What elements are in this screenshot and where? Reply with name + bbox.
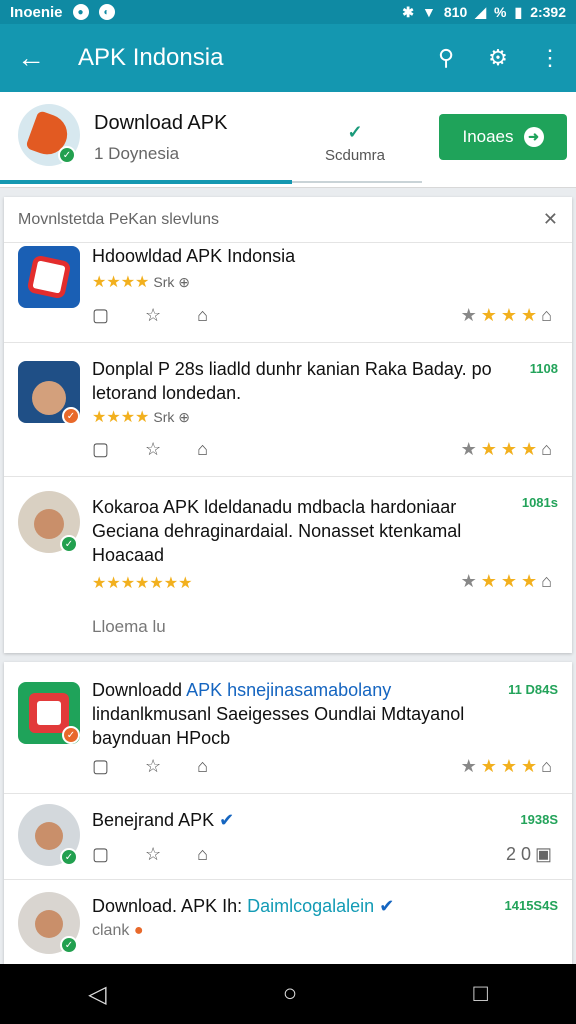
comment-icon[interactable]: ▢	[92, 439, 109, 460]
wifi-icon: ▼	[422, 4, 436, 20]
verified-badge-icon: ✔	[219, 810, 235, 830]
item-title: Hdoowldad APK Indonsia	[92, 246, 296, 266]
star-rating: ★★★★ Srk ⊕	[92, 409, 190, 426]
item-date: 1938S	[520, 812, 558, 827]
clock: 2:392	[530, 4, 566, 20]
verified-badge-icon: ✔	[379, 896, 395, 916]
carrier-label: Inoenie	[10, 3, 63, 21]
counter-text: 2 0	[505, 844, 531, 864]
share-icon[interactable]: ⌂	[197, 305, 208, 326]
install-button[interactable]: Inoaes ➜	[439, 114, 567, 160]
rating-stars: ★ ★ ★ ★ ⌂	[460, 305, 552, 326]
downloads-card: ✓ Downloadd APK hsnejinasamabolany linda…	[4, 662, 572, 964]
bookmark-icon[interactable]: ▣	[535, 844, 552, 865]
star-icon[interactable]: ☆	[145, 305, 161, 326]
item-date: 1081s	[521, 495, 558, 510]
signal-icon: ◢	[475, 3, 487, 20]
item-actions: ▢ ☆ ⌂	[92, 439, 208, 460]
card-header: Movnlstetda PеKan slevluns ✕	[4, 197, 572, 243]
star-rating: ★★★★ Srk ⊕	[92, 274, 190, 291]
star-rating: ★★★★★★★	[92, 575, 193, 592]
list-item[interactable]: ✓ Kokaroa APK ldeldanadu mdbacla hardoni…	[4, 477, 572, 653]
item-date: 11 D84S	[508, 682, 558, 697]
gear-icon[interactable]: ⚙	[472, 24, 524, 92]
app-bar: ← APK Indonsia ⚲ ⚙ ⋮	[0, 24, 576, 92]
list-item[interactable]: ✓ Downloadd APK hsnejinasamabolany linda…	[4, 662, 572, 794]
back-arrow-icon[interactable]: ←	[0, 24, 62, 92]
sync-icon: ◐	[98, 4, 115, 20]
item-actions: ▢ ☆ ⌂	[92, 756, 208, 777]
arrow-right-icon: ➜	[523, 127, 544, 147]
notification-icon: ●	[72, 4, 89, 20]
page-title: APK Indonsia	[78, 44, 224, 71]
app-header-card: ✓ Download APK 1 Doynesia ✓ Sсdumra Inoa…	[0, 92, 576, 188]
close-icon[interactable]: ✕	[543, 209, 558, 230]
comment-icon[interactable]: ▢	[92, 756, 109, 777]
home-circle-icon[interactable]: ○	[283, 980, 298, 1008]
app-title: Download APK	[94, 112, 228, 134]
badge-icon: ●	[133, 922, 144, 939]
status-label: Sсdumra	[324, 147, 386, 164]
item-actions: ▢ ☆ ⌂	[92, 305, 208, 326]
active-tab-indicator	[0, 180, 292, 184]
item-subtitle: clank ●	[92, 922, 144, 939]
rating-stars: ★ ★ ★ ★ ⌂	[460, 756, 552, 777]
app-subtitle: 1 Doynesia	[94, 144, 180, 163]
share-icon[interactable]: ⌂	[197, 439, 208, 460]
system-nav-bar: ◁ ○ □	[0, 964, 576, 1024]
share-icon[interactable]: ⌂	[197, 756, 208, 777]
app-logo: ✓	[18, 104, 80, 166]
verified-check-icon: ✓	[60, 535, 78, 553]
bluetooth-icon: ✱	[402, 3, 415, 20]
star-icon[interactable]: ☆	[145, 844, 161, 865]
star-icon[interactable]: ☆	[145, 756, 161, 777]
bookmark-icon[interactable]: ⌂	[541, 756, 552, 777]
rating-stars: ★ ★ ★ ★ ⌂	[460, 439, 552, 460]
more-vert-icon[interactable]: ⋮	[524, 24, 576, 92]
list-item[interactable]: ✓ Benejrand APK ✔ 1938S ▢ ☆ ⌂ 2 0 ▣	[4, 794, 572, 880]
verified-check-icon: ✓	[60, 936, 78, 954]
check-icon: ✓	[347, 122, 363, 142]
list-item[interactable]: ✓ Donplal P 28s liadld dunhr kanian Raka…	[4, 343, 572, 477]
comment-icon[interactable]: ▢	[92, 305, 109, 326]
item-actions: ▢ ☆ ⌂	[92, 844, 208, 865]
battery-icon: ▮	[514, 3, 523, 20]
signal-text: 810	[443, 4, 468, 20]
verified-check-icon: ✓	[60, 848, 78, 866]
app-thumbnail	[18, 246, 80, 308]
status-indicator[interactable]: ✓ Sсdumra	[318, 122, 392, 164]
list-item[interactable]: Hdoowldad APK Indonsia ★★★★ Srk ⊕ ▢ ☆ ⌂ ★…	[4, 243, 572, 343]
item-title: Download. APK Ih: Daimlcogalalein ✔	[92, 896, 395, 916]
bookmark-icon[interactable]: ⌂	[541, 305, 552, 326]
list-item[interactable]: ✓ Download. APK Ih: Daimlcogalalein ✔ 14…	[4, 880, 572, 964]
star-icon[interactable]: ☆	[145, 439, 161, 460]
comment-icon[interactable]: ▢	[92, 844, 109, 865]
item-title: Kokaroa APK ldeldanadu mdbacla hardoniaa…	[92, 497, 462, 565]
item-title: Donplal P 28s liadld dunhr kanian Raka B…	[92, 359, 492, 403]
battery-text: %	[494, 4, 507, 20]
recents-square-icon[interactable]: □	[473, 980, 488, 1008]
badge-icon: ✓	[62, 726, 80, 744]
tab-divider	[292, 181, 422, 183]
status-bar: Inoenie ● ◐ ✱ ▼ 810 ◢ % ▮ 2:392	[0, 0, 576, 24]
share-icon[interactable]: ⌂	[197, 844, 208, 865]
verified-check-icon: ✓	[58, 146, 76, 164]
badge-icon: ✓	[62, 407, 80, 425]
item-title: Benejrand APK ✔	[92, 810, 235, 830]
back-triangle-icon[interactable]: ◁	[88, 980, 106, 1009]
item-date: 1108	[529, 361, 558, 376]
more-link[interactable]: Lloema lu	[92, 617, 166, 637]
rating-stars: ★ ★ ★ ★ ⌂	[460, 571, 552, 592]
bookmark-icon[interactable]: ⌂	[541, 439, 552, 460]
item-title: Downloadd APK hsnejinasamabolany lindanl…	[92, 680, 465, 748]
bookmark-icon[interactable]: ⌂	[541, 571, 552, 592]
item-date: 1415S4S	[504, 898, 559, 913]
card-heading: Movnlstetda PеKan slevluns	[18, 210, 219, 228]
install-label: Inoaes	[462, 127, 514, 146]
counter-row: 2 0 ▣	[506, 844, 552, 865]
recommendations-card: Movnlstetda PеKan slevluns ✕ Hdoowldad A…	[4, 197, 572, 653]
search-icon[interactable]: ⚲	[420, 24, 472, 92]
